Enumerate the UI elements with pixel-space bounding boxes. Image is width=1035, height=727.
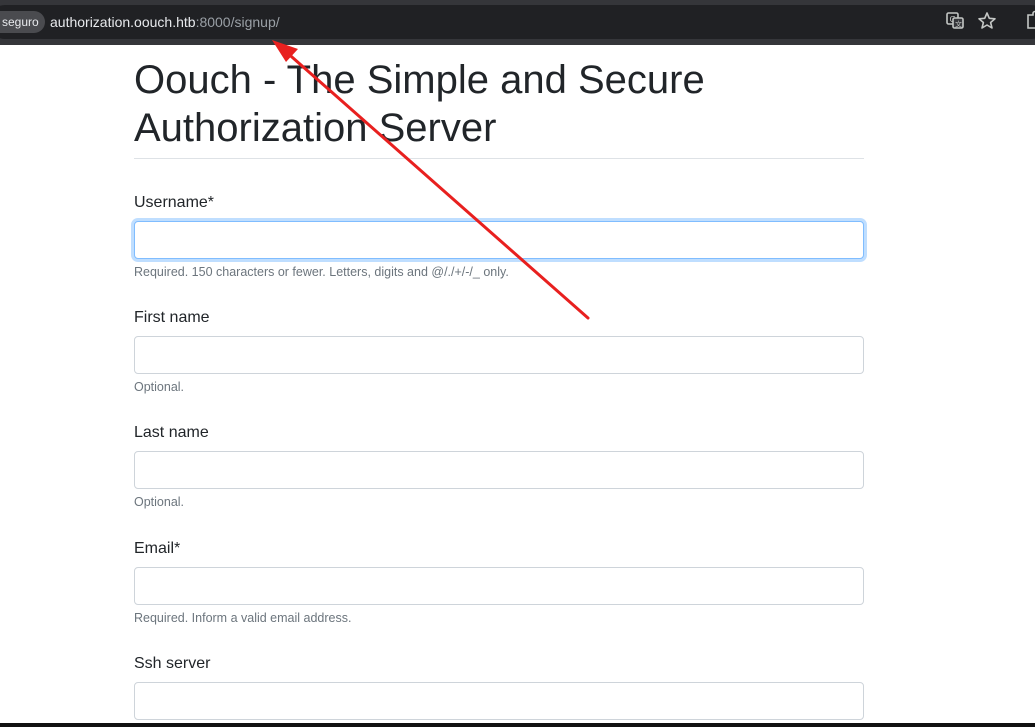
first-name-help-text: Optional. xyxy=(134,380,185,394)
username-input[interactable] xyxy=(134,221,864,259)
bookmark-star-icon[interactable] xyxy=(976,10,998,32)
email-label: Email* xyxy=(134,540,181,557)
ssh-server-input[interactable] xyxy=(134,682,864,720)
username-label: Username* xyxy=(134,194,215,211)
url-text[interactable]: authorization.oouch.htb:8000/signup/ xyxy=(50,13,280,31)
page-title-line-2: Authorization Server xyxy=(134,106,497,150)
page-title: Oouch - The Simple and Secure Authorizat… xyxy=(134,56,864,152)
window-bottom-edge xyxy=(0,723,1035,727)
email-input[interactable] xyxy=(134,567,864,605)
last-name-label: Last name xyxy=(134,424,209,441)
browser-toolbar: seguro authorization.oouch.htb:8000/sign… xyxy=(0,0,1035,45)
url-host: authorization.oouch.htb xyxy=(50,14,196,30)
last-name-input[interactable] xyxy=(134,451,864,489)
ssh-server-label: Ssh server xyxy=(134,655,211,672)
title-divider xyxy=(134,158,864,159)
email-help-text: Required. Inform a valid email address. xyxy=(134,611,352,625)
security-indicator[interactable]: seguro xyxy=(0,11,45,33)
extension-icon[interactable] xyxy=(1022,10,1035,32)
first-name-input[interactable] xyxy=(134,336,864,374)
url-path: :8000/signup/ xyxy=(195,14,280,30)
first-name-label: First name xyxy=(134,309,210,326)
page-title-line-1: Oouch - The Simple and Secure xyxy=(134,58,705,102)
translate-icon[interactable]: G 文 xyxy=(944,10,966,32)
svg-text:文: 文 xyxy=(955,20,962,29)
last-name-help-text: Optional. xyxy=(134,495,185,509)
username-help-text: Required. 150 characters or fewer. Lette… xyxy=(134,265,509,279)
